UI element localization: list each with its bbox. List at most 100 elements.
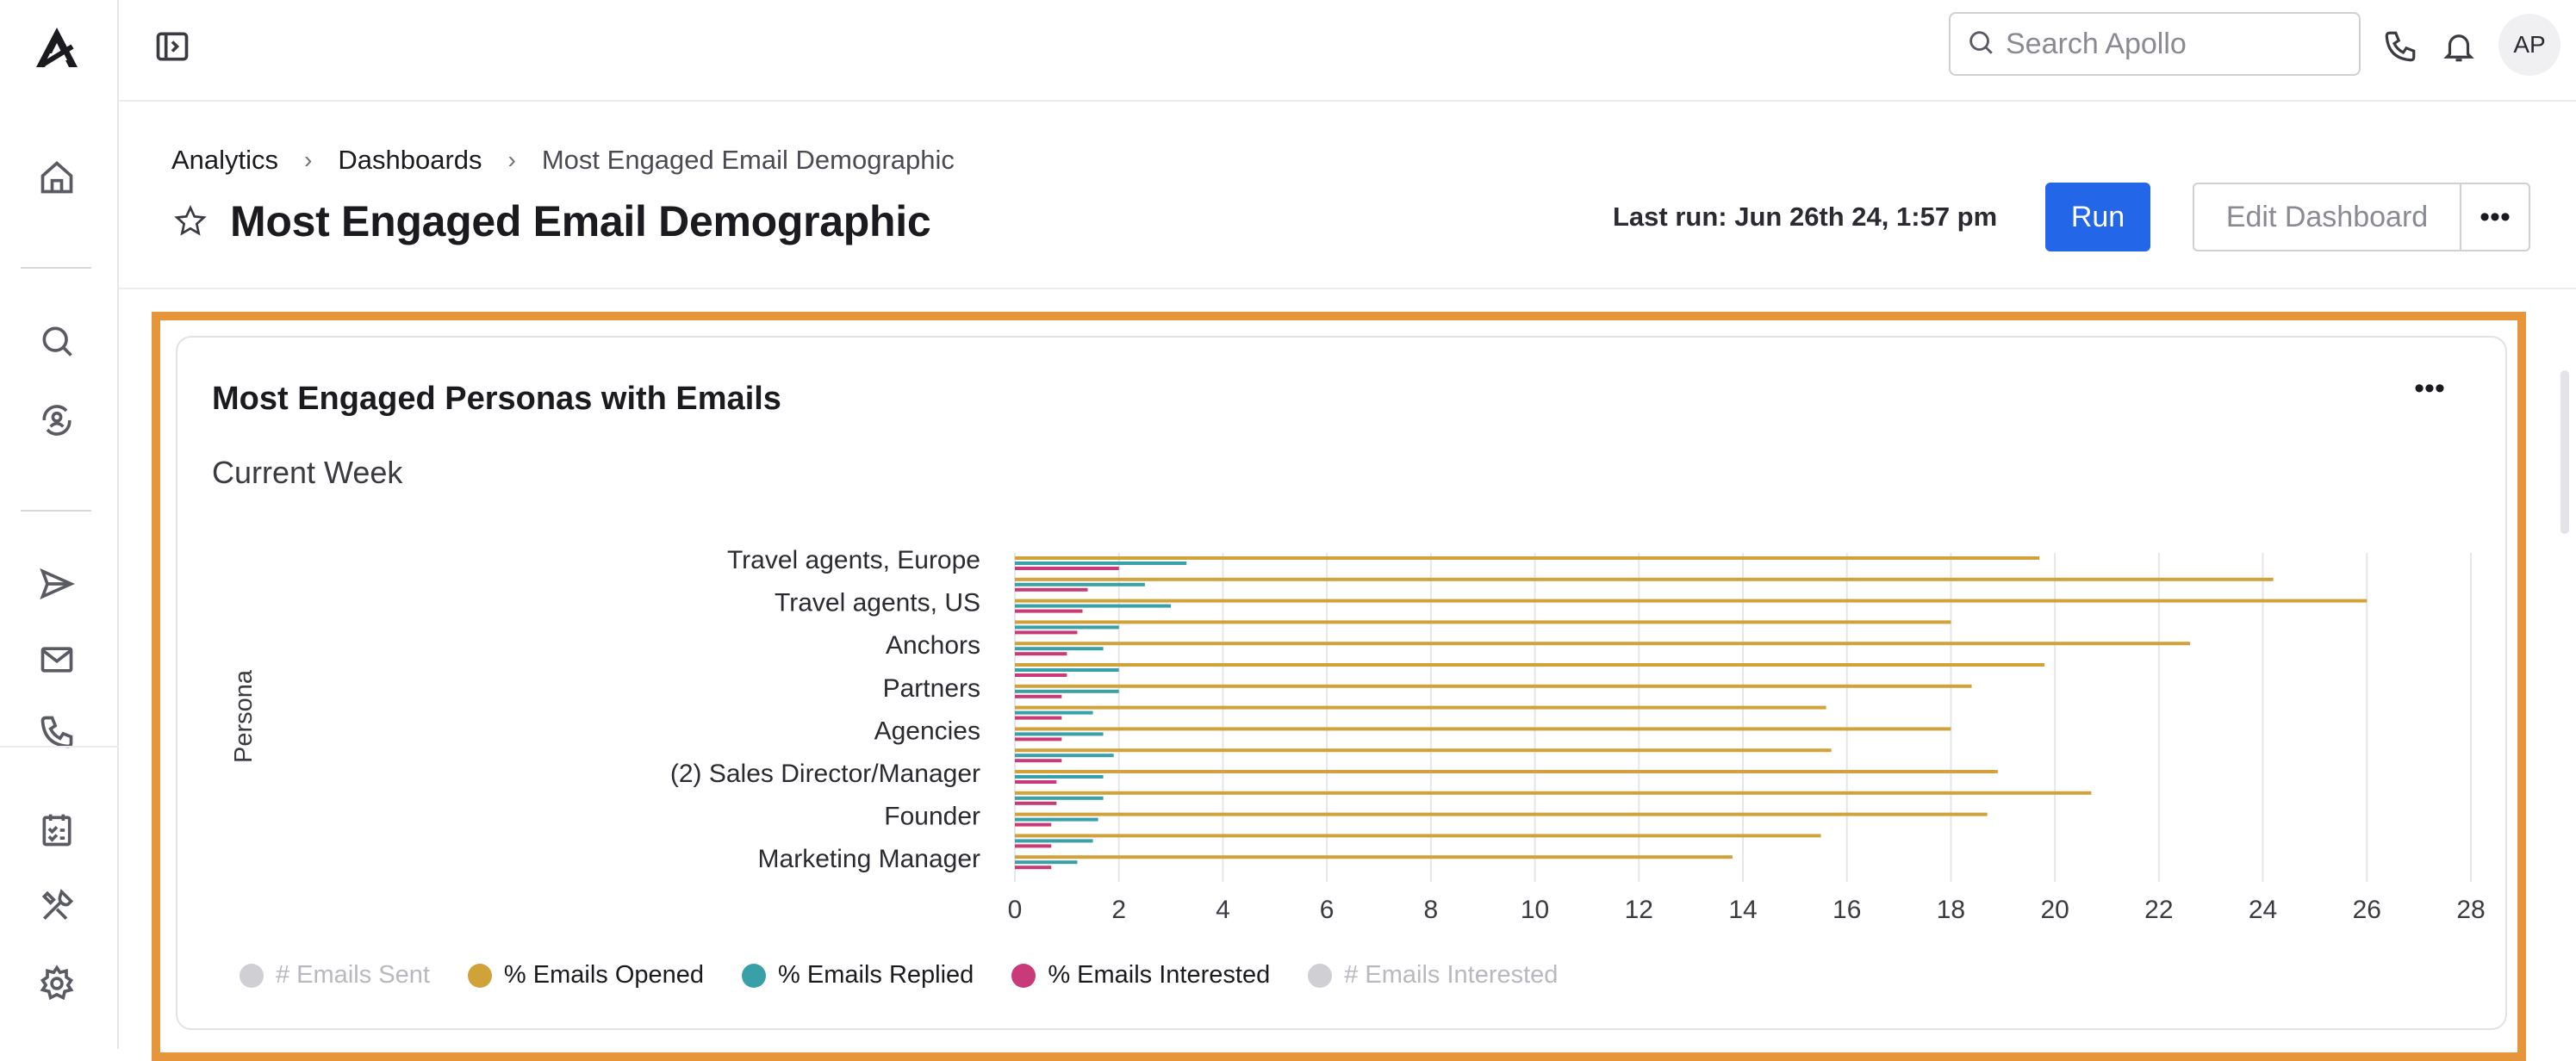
legend-label: % Emails Opened xyxy=(503,961,705,989)
bar xyxy=(1015,855,1733,859)
bar xyxy=(1015,822,1052,827)
x-tick-label: 6 xyxy=(1320,896,1335,924)
legend-emails-interested-count[interactable]: # Emails Interested xyxy=(1308,961,1558,990)
star-icon[interactable] xyxy=(171,202,209,240)
legend-emails-interested-pct[interactable]: % Emails Interested xyxy=(1011,961,1270,990)
bar xyxy=(1015,866,1052,870)
chevron-right-icon: › xyxy=(304,146,313,173)
bar xyxy=(1015,705,1826,710)
bar xyxy=(1015,587,1088,592)
chart-card: Most Engaged Personas with Emails ••• Cu… xyxy=(176,336,2507,1030)
bar xyxy=(1015,684,1972,688)
breadcrumb-dashboards[interactable]: Dashboards xyxy=(338,145,482,176)
chevron-right-icon: › xyxy=(507,146,516,173)
search-box[interactable] xyxy=(1949,12,2361,76)
bell-icon[interactable] xyxy=(2436,24,2481,69)
breadcrumb: Analytics › Dashboards › Most Engaged Em… xyxy=(171,143,955,177)
bar xyxy=(1015,562,1187,565)
y-tick-label: Travel agents, US xyxy=(775,589,980,617)
settings-icon[interactable] xyxy=(34,961,79,1006)
x-tick-label: 16 xyxy=(1832,896,1861,924)
search-icon[interactable] xyxy=(34,319,79,363)
phone-icon[interactable] xyxy=(34,715,79,749)
legend-emails-replied[interactable]: % Emails Replied xyxy=(742,961,974,990)
x-tick-label: 26 xyxy=(2353,896,2381,924)
search-input[interactable] xyxy=(2006,27,2333,61)
y-tick-label: Travel agents, Europe xyxy=(727,546,980,574)
bar xyxy=(1015,754,1114,758)
bar xyxy=(1015,796,1104,800)
avatar[interactable]: AP xyxy=(2498,14,2560,76)
run-button[interactable]: Run xyxy=(2045,183,2150,251)
y-axis-label: Persona xyxy=(230,669,258,763)
bar xyxy=(1015,801,1057,805)
bar-chart: 0 2 4 6 8 10 12 14 16 18 20 22 24 26 28PersonaTravel a… xyxy=(230,546,2486,924)
bar xyxy=(1015,567,1119,570)
y-tick-label: (2) Sales Director/Manager xyxy=(670,760,980,788)
y-tick-label: Agencies xyxy=(874,717,980,745)
x-tick-label: 10 xyxy=(1521,896,1549,924)
bar xyxy=(1015,694,1062,698)
bar xyxy=(1015,710,1093,715)
bar xyxy=(1015,625,1119,630)
x-tick-label: 12 xyxy=(1625,896,1653,924)
sequences-icon[interactable] xyxy=(34,398,79,443)
x-tick-label: 8 xyxy=(1424,896,1439,924)
legend-dot xyxy=(1011,963,1036,988)
logo-icon[interactable] xyxy=(31,24,83,72)
bar xyxy=(1015,652,1067,656)
legend-emails-sent[interactable]: # Emails Sent xyxy=(240,961,430,990)
bar xyxy=(1015,673,1067,677)
bar xyxy=(1015,770,1998,773)
bar xyxy=(1015,748,1832,753)
edit-dashboard-button[interactable]: Edit Dashboard xyxy=(2193,183,2461,251)
bar xyxy=(1015,642,2191,646)
bar xyxy=(1015,860,1078,865)
breadcrumb-analytics[interactable]: Analytics xyxy=(171,145,278,176)
bar xyxy=(1015,812,1988,816)
bar xyxy=(1015,609,1083,613)
bar xyxy=(1015,839,1093,843)
bar xyxy=(1015,668,1119,672)
legend-dot xyxy=(1308,963,1333,988)
legend-emails-opened[interactable]: % Emails Opened xyxy=(467,961,705,990)
phone-icon[interactable] xyxy=(2378,24,2423,69)
tools-icon[interactable] xyxy=(34,884,79,928)
page-title: Most Engaged Email Demographic xyxy=(230,197,931,245)
mail-icon[interactable] xyxy=(34,637,79,682)
x-tick-label: 4 xyxy=(1216,896,1230,924)
rail-divider xyxy=(21,267,91,269)
legend-label: % Emails Replied xyxy=(778,961,974,989)
bar xyxy=(1015,775,1104,779)
legend-dot xyxy=(742,963,767,988)
x-tick-label: 0 xyxy=(1008,896,1023,924)
bar xyxy=(1015,732,1104,736)
bar xyxy=(1015,620,1951,624)
bar xyxy=(1015,737,1062,741)
bar xyxy=(1015,647,1104,651)
home-icon[interactable] xyxy=(34,155,79,200)
tasks-icon[interactable] xyxy=(34,808,79,853)
bar xyxy=(1015,727,1951,731)
sidebar-toggle-icon[interactable] xyxy=(150,24,195,69)
bar xyxy=(1015,844,1052,848)
legend-label: # Emails Interested xyxy=(1344,961,1559,989)
page-scrollbar[interactable] xyxy=(2560,370,2569,534)
y-tick-label: Anchors xyxy=(886,631,980,660)
last-run-text: Last run: Jun 26th 24, 1:57 pm xyxy=(1613,202,1998,232)
bar xyxy=(1015,556,2040,560)
bar xyxy=(1015,577,2274,581)
x-tick-label: 22 xyxy=(2144,896,2173,924)
bar xyxy=(1015,834,1821,838)
top-bar: AP xyxy=(119,0,2576,102)
bar xyxy=(1015,599,2368,603)
page-title-row: Most Engaged Email Demographic xyxy=(171,196,931,246)
y-tick-label: Partners xyxy=(883,674,980,703)
bar xyxy=(1015,759,1062,763)
bar xyxy=(1015,689,1119,693)
bar xyxy=(1015,817,1098,822)
rail-divider xyxy=(21,510,91,512)
send-icon[interactable] xyxy=(34,562,79,606)
x-tick-label: 20 xyxy=(2040,896,2069,924)
more-options-button[interactable]: ••• xyxy=(2460,183,2530,251)
